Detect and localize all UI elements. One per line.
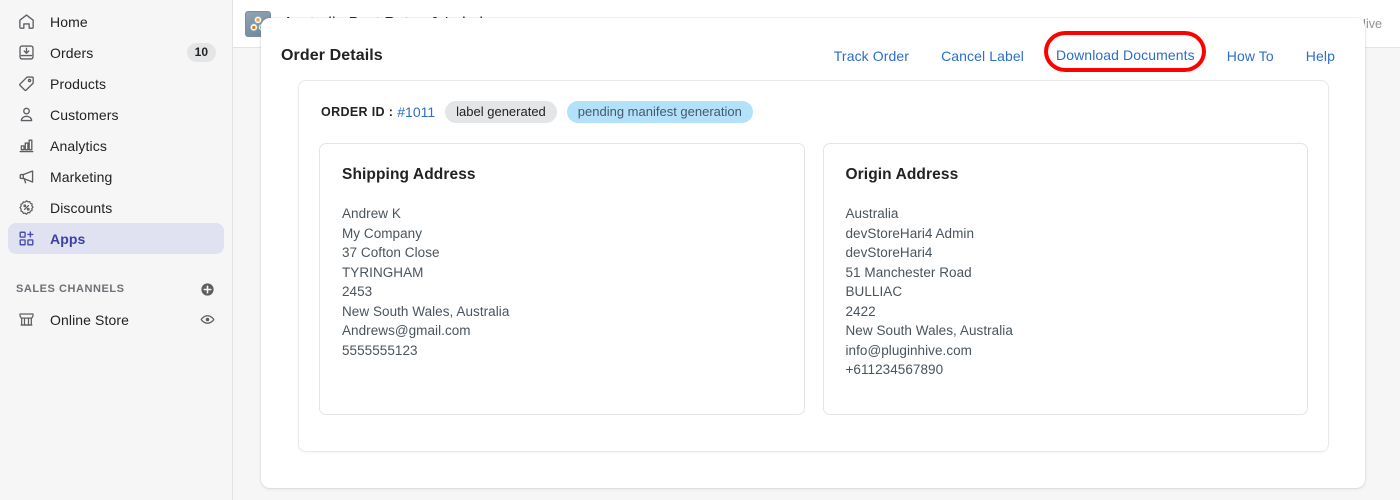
address-line: Andrew K	[342, 206, 401, 221]
shipping-address-title: Shipping Address	[342, 166, 476, 183]
address-line: New South Wales, Australia	[342, 303, 510, 319]
sales-channels-header: SALES CHANNELS	[8, 274, 224, 304]
status-badge: label generated	[445, 101, 557, 123]
sidebar-item-label: Analytics	[50, 137, 107, 154]
cancel-label-link[interactable]: Cancel Label	[925, 48, 1040, 64]
main-content: Australia Post Rates & Labels by PluginH…	[233, 0, 1400, 500]
storefront-icon	[16, 310, 36, 330]
card-actions: Track Order Cancel Label Download Docume…	[818, 31, 1335, 72]
address-line: Andrews@gmail.com	[342, 323, 471, 338]
shipping-address-card: Shipping Address Andrew K My Company 37 …	[319, 143, 805, 415]
order-id-value[interactable]: #1011	[397, 104, 435, 120]
sidebar-item-label: Apps	[50, 230, 86, 247]
sidebar-item-marketing[interactable]: Marketing	[8, 161, 224, 192]
how-to-link[interactable]: How To	[1211, 48, 1290, 64]
sidebar-item-analytics[interactable]: Analytics	[8, 130, 224, 161]
sidebar: Home Orders 10 Products Customers Analyt…	[0, 0, 233, 500]
address-line: devStoreHari4	[845, 245, 933, 260]
app-root: Home Orders 10 Products Customers Analyt…	[0, 0, 1400, 500]
sidebar-item-online-store[interactable]: Online Store	[8, 304, 224, 335]
address-line: 2453	[342, 284, 373, 299]
marketing-icon	[16, 167, 36, 187]
orders-count-badge: 10	[186, 43, 216, 62]
address-line: My Company	[342, 225, 423, 241]
sidebar-item-label: Customers	[50, 106, 119, 123]
address-line: 2422	[845, 303, 876, 319]
sidebar-item-home[interactable]: Home	[8, 6, 224, 37]
status-badge: pending manifest generation	[566, 101, 753, 123]
address-line: 5555555123	[342, 342, 418, 358]
sidebar-item-label: Online Store	[50, 311, 130, 328]
eye-icon[interactable]	[198, 311, 216, 329]
origin-address-title: Origin Address	[845, 166, 959, 183]
address-line: BULLIAC	[845, 284, 903, 299]
sidebar-item-label: Products	[50, 75, 107, 92]
track-order-link[interactable]: Track Order	[818, 48, 925, 64]
sidebar-item-label: Marketing	[50, 168, 113, 185]
sidebar-item-discounts[interactable]: Discounts	[8, 192, 224, 223]
order-details-section: ORDER ID : #1011 label generated pending…	[298, 80, 1329, 452]
download-documents-link[interactable]: Download Documents	[1040, 47, 1211, 63]
page-title: Order Details	[281, 47, 383, 64]
address-line: devStoreHari4 Admin	[845, 225, 975, 241]
address-line: +611234567890	[845, 362, 944, 377]
analytics-icon	[16, 136, 36, 156]
order-id-row: ORDER ID : #1011 label generated pending…	[319, 101, 1308, 123]
sidebar-item-apps[interactable]: Apps	[8, 223, 224, 254]
download-documents-wrapper: Download Documents	[1040, 31, 1211, 72]
sidebar-item-customers[interactable]: Customers	[8, 99, 224, 130]
address-line: TYRINGHAM	[342, 264, 424, 280]
origin-address-card: Origin Address Australia devStoreHari4 A…	[822, 143, 1308, 415]
address-line: 51 Manchester Road	[845, 264, 972, 280]
sidebar-item-label: Orders	[50, 44, 94, 61]
sidebar-item-label: Home	[50, 13, 88, 30]
products-icon	[16, 74, 36, 94]
card-header: Order Details Track Order Cancel Label D…	[261, 18, 1365, 74]
order-details-card: Order Details Track Order Cancel Label D…	[261, 18, 1365, 488]
help-link[interactable]: Help	[1290, 48, 1335, 64]
plus-circle-icon[interactable]	[198, 280, 216, 298]
order-id-label: ORDER ID :	[321, 105, 394, 119]
address-line: info@pluginhive.com	[845, 342, 972, 358]
address-grid: Shipping Address Andrew K My Company 37 …	[319, 143, 1308, 415]
sidebar-item-label: Discounts	[50, 199, 113, 216]
home-icon	[16, 12, 36, 32]
discounts-icon	[16, 198, 36, 218]
orders-icon	[16, 43, 36, 63]
address-line: 37 Cofton Close	[342, 245, 440, 260]
sidebar-item-orders[interactable]: Orders 10	[8, 37, 224, 68]
address-line: New South Wales, Australia	[845, 323, 1013, 338]
customers-icon	[16, 105, 36, 125]
address-line: Australia	[845, 206, 899, 221]
apps-icon	[16, 229, 36, 249]
sidebar-item-products[interactable]: Products	[8, 68, 224, 99]
sales-channels-title: SALES CHANNELS	[16, 283, 125, 295]
